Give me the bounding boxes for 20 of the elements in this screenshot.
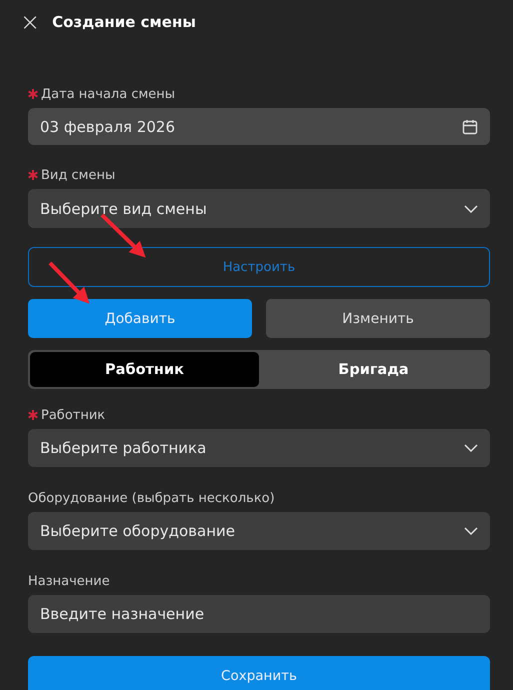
chevron-down-icon[interactable] <box>464 527 478 535</box>
field-label: Работник <box>41 408 106 422</box>
edit-button[interactable]: Изменить <box>266 299 490 338</box>
input-field[interactable]: Введите назначение <box>28 595 490 633</box>
date-field[interactable]: 03 февраля 2026 <box>28 108 490 145</box>
dialog-title: Создание смены <box>52 13 196 31</box>
field-label: Дата начала смены <box>41 86 176 102</box>
mode-tab[interactable]: Работник <box>30 352 259 387</box>
mode-tab[interactable]: Бригада <box>259 352 488 387</box>
select-field[interactable]: Выберите работника <box>28 429 490 467</box>
field-label: Назначение <box>28 574 110 588</box>
calendar-icon[interactable] <box>462 118 478 134</box>
chevron-down-icon[interactable] <box>464 204 478 212</box>
close-icon[interactable]: × <box>20 10 40 34</box>
select-field[interactable]: Выберите оборудование <box>28 512 490 550</box>
chevron-down-icon[interactable] <box>464 444 478 452</box>
annotation-arrow <box>48 262 90 304</box>
field-label: Вид смены <box>41 168 116 182</box>
select-field[interactable]: Выберите вид смены <box>28 189 490 228</box>
field-label: Оборудование (выбрать несколько) <box>28 490 275 506</box>
